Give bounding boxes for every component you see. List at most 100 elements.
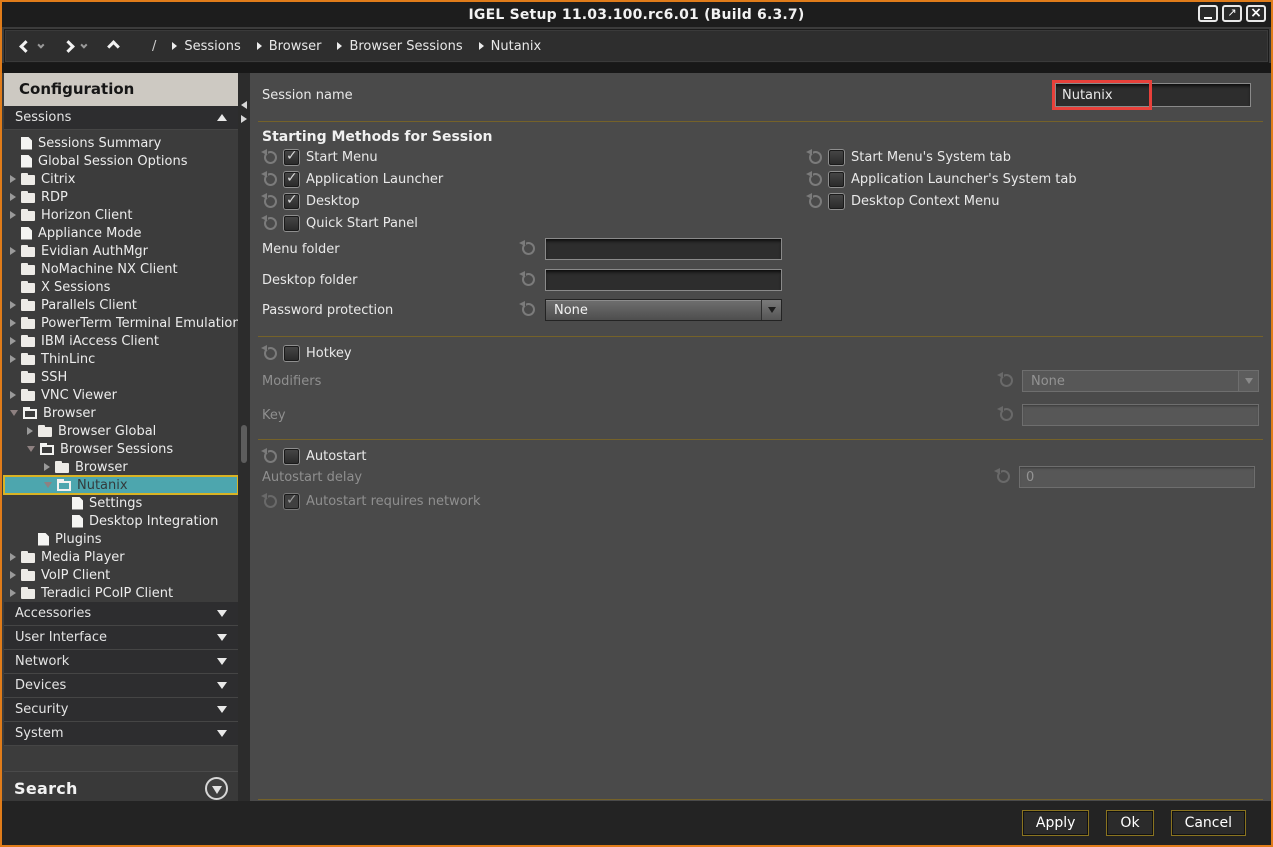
tree-item-horizon-client[interactable]: Horizon Client	[4, 206, 238, 224]
tree-item-sessions-summary[interactable]: Sessions Summary	[4, 134, 238, 152]
autostart-checkbox[interactable]	[284, 449, 299, 464]
file-icon	[21, 155, 32, 168]
tree-item-global-session-options[interactable]: Global Session Options	[4, 152, 238, 170]
expand-right-icon[interactable]	[10, 337, 16, 345]
reset-to-default-icon[interactable]	[522, 303, 535, 316]
tree-item-x-sessions[interactable]: X Sessions	[4, 278, 238, 296]
tree-item-nomachine-nx-client[interactable]: NoMachine NX Client	[4, 260, 238, 278]
tree-item-plugins[interactable]: Plugins	[4, 530, 238, 548]
close-button[interactable]: ×	[1246, 5, 1266, 22]
hotkey-checkbox[interactable]	[284, 346, 299, 361]
maximize-button[interactable]: ↗	[1222, 5, 1242, 22]
reset-to-default-icon[interactable]	[264, 173, 277, 186]
application-launcher-s-system-tab-checkbox[interactable]	[829, 172, 844, 187]
expand-right-icon[interactable]	[10, 211, 16, 219]
application-launcher-checkbox[interactable]	[284, 172, 299, 187]
ok-button[interactable]: Ok	[1106, 810, 1153, 836]
expand-right-icon[interactable]	[10, 553, 16, 561]
desktop-folder-input[interactable]	[545, 269, 782, 291]
tree-item-voip-client[interactable]: VoIP Client	[4, 566, 238, 584]
section-header-system[interactable]: System	[4, 722, 238, 746]
reset-to-default-icon[interactable]	[522, 242, 535, 255]
expand-right-icon[interactable]	[10, 571, 16, 579]
desktop-checkbox[interactable]	[284, 194, 299, 209]
expand-down-icon[interactable]	[10, 410, 18, 416]
expand-right-icon[interactable]	[10, 247, 16, 255]
expand-right-icon[interactable]	[10, 391, 16, 399]
reset-to-default-icon[interactable]	[522, 273, 535, 286]
reset-to-default-icon[interactable]	[809, 173, 822, 186]
expand-right-icon[interactable]	[27, 427, 33, 435]
expand-right-icon[interactable]	[10, 301, 16, 309]
tree-item-browser-sessions[interactable]: Browser Sessions	[4, 440, 238, 458]
tree-item-citrix[interactable]: Citrix	[4, 170, 238, 188]
tree-item-rdp[interactable]: RDP	[4, 188, 238, 206]
quick-start-panel-checkbox[interactable]	[284, 216, 299, 231]
folder-icon	[21, 373, 35, 383]
tree-item-thinlinc[interactable]: ThinLinc	[4, 350, 238, 368]
reset-to-default-icon[interactable]	[809, 195, 822, 208]
section-header-devices[interactable]: Devices	[4, 674, 238, 698]
tree-item-powerterm-terminal-emulation[interactable]: PowerTerm Terminal Emulation	[4, 314, 238, 332]
up-button[interactable]	[109, 42, 118, 51]
tree-item-vnc-viewer[interactable]: VNC Viewer	[4, 386, 238, 404]
tree-item-browser[interactable]: Browser	[4, 458, 238, 476]
breadcrumb-item-nutanix[interactable]: Nutanix	[479, 39, 542, 54]
reset-to-default-icon[interactable]	[809, 151, 822, 164]
tree-item-appliance-mode[interactable]: Appliance Mode	[4, 224, 238, 242]
expand-right-icon[interactable]	[10, 355, 16, 363]
minimize-button[interactable]	[1198, 5, 1218, 22]
expand-right-icon[interactable]	[10, 175, 16, 183]
section-header-sessions[interactable]: Sessions	[4, 106, 238, 130]
reset-to-default-icon[interactable]	[264, 347, 277, 360]
tree-item-settings[interactable]: Settings	[4, 494, 238, 512]
reset-to-default-icon[interactable]	[264, 151, 277, 164]
section-header-accessories[interactable]: Accessories	[4, 602, 238, 626]
tree-item-browser-global[interactable]: Browser Global	[4, 422, 238, 440]
reset-to-default-icon[interactable]	[264, 450, 277, 463]
section-header-security[interactable]: Security	[4, 698, 238, 722]
start-menu-s-system-tab-checkbox[interactable]	[829, 150, 844, 165]
tree-item-evidian-authmgr[interactable]: Evidian AuthMgr	[4, 242, 238, 260]
menu-folder-input[interactable]	[545, 238, 782, 260]
section-header-network[interactable]: Network	[4, 650, 238, 674]
tree-item-nutanix[interactable]: Nutanix	[4, 476, 238, 494]
expand-right-icon[interactable]	[44, 463, 50, 471]
password-protection-dropdown[interactable]: None	[545, 299, 782, 321]
session-name-input[interactable]	[1055, 83, 1251, 107]
tree-item-parallels-client[interactable]: Parallels Client	[4, 296, 238, 314]
reset-to-default-icon[interactable]	[264, 217, 277, 230]
forward-history-caret-icon[interactable]	[80, 41, 87, 48]
tree-scrollbar[interactable]	[238, 73, 250, 805]
dropdown-arrow-button[interactable]	[761, 300, 781, 320]
section-header-user-interface[interactable]: User Interface	[4, 626, 238, 650]
tree-item-teradici-pcoip-client[interactable]: Teradici PCoIP Client	[4, 584, 238, 602]
start-menu-checkbox[interactable]	[284, 150, 299, 165]
expand-right-icon[interactable]	[10, 193, 16, 201]
cancel-button[interactable]: Cancel	[1171, 810, 1246, 836]
reset-to-default-icon[interactable]	[264, 195, 277, 208]
desktop-context-menu-checkbox[interactable]	[829, 194, 844, 209]
back-history-caret-icon[interactable]	[37, 41, 44, 48]
expand-down-icon[interactable]	[27, 446, 35, 452]
tree-item-desktop-integration[interactable]: Desktop Integration	[4, 512, 238, 530]
expand-down-icon[interactable]	[44, 482, 52, 488]
tree-item-media-player[interactable]: Media Player	[4, 548, 238, 566]
apply-button[interactable]: Apply	[1022, 810, 1090, 836]
breadcrumb-item-sessions[interactable]: Sessions	[172, 39, 240, 54]
expand-right-icon[interactable]	[10, 319, 16, 327]
tree-item-browser[interactable]: Browser	[4, 404, 238, 422]
expand-right-icon[interactable]	[10, 589, 16, 597]
search-header[interactable]: Search	[4, 771, 238, 805]
back-button[interactable]	[21, 42, 42, 51]
splitter-handle[interactable]	[239, 101, 249, 123]
forward-button[interactable]	[64, 42, 85, 51]
tree-item-ssh[interactable]: SSH	[4, 368, 238, 386]
option-row-start-menu-s-system-tab: Start Menu's System tab	[809, 148, 1077, 166]
search-expand-button[interactable]	[205, 777, 228, 800]
breadcrumb-item-browser-sessions[interactable]: Browser Sessions	[337, 39, 462, 54]
tree-item-ibm-iaccess-client[interactable]: IBM iAccess Client	[4, 332, 238, 350]
scrollbar-thumb[interactable]	[241, 425, 247, 463]
breadcrumb-item-browser[interactable]: Browser	[257, 39, 322, 54]
folder-icon	[21, 193, 35, 203]
